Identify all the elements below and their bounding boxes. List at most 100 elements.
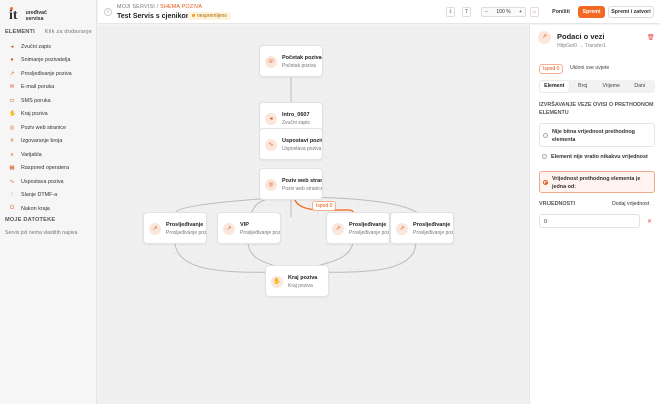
forward-icon: ↗ (9, 70, 15, 77)
sidebar: it uređivač servisa ELEMENTI Klik za doda… (0, 0, 97, 404)
sidebar-item[interactable]: ▦ Raspored operatera (0, 162, 97, 176)
phone-icon: ☏ (265, 56, 277, 68)
radio-icon[interactable] (543, 180, 548, 185)
forward-icon: ↗ (223, 223, 235, 235)
microphone-icon: ● (10, 57, 14, 64)
tab-element[interactable]: Element (540, 81, 569, 92)
option-any-value[interactable]: Nije bitna vrijednost prethodnog element… (539, 123, 655, 147)
node-title: Prosljeđivanje (413, 222, 451, 228)
tab-dani[interactable]: Dani (626, 81, 655, 92)
sidebar-item[interactable]: ↗ Prosljeđivanje poziva (0, 67, 97, 81)
sidebar-item[interactable]: ⏻ Nakon kraja (0, 202, 97, 216)
node-subtitle: Početak poziva (282, 63, 316, 69)
call-setup-icon: ∿ (265, 139, 277, 151)
radio-icon[interactable] (542, 154, 547, 159)
add-value-button[interactable]: Dodaj vrijednost (612, 201, 649, 207)
sidebar-item[interactable]: ▭ SMS poruka (0, 94, 97, 108)
flow-node[interactable]: ☏ Početak poziva Početak poziva (259, 45, 323, 77)
sidebar-item-label: Raspored operatera (21, 165, 69, 172)
globe-icon: ◎ (265, 179, 277, 191)
sidebar-item-label: Nakon kraja (21, 205, 50, 212)
node-title: Prosljeđivanje (166, 222, 204, 228)
panel-tabs: Element Broj Vrijeme Dani (539, 80, 655, 93)
files-empty-note: Servis još nema vlastitih napiva (5, 230, 78, 236)
sms-icon: ▭ (9, 97, 15, 104)
sidebar-item-label: Snimanje pozivatelja (21, 57, 71, 64)
edge-label[interactable]: Ispod 0 (312, 201, 337, 211)
elements-header: ELEMENTI Klik za dodavanje (5, 29, 92, 35)
sidebar-item[interactable]: x Varijabla (0, 148, 97, 162)
schedule-icon: ▦ (9, 165, 15, 172)
close-icon[interactable]: ✕ (647, 218, 652, 225)
remove-all-conditions-link[interactable]: Ukloni sve uvjete (570, 65, 609, 71)
after-end-icon: ⏻ (9, 205, 15, 212)
sidebar-item[interactable]: ✉ E-mail poruka (0, 81, 97, 95)
node-title: Intro_0607 (282, 112, 310, 118)
sidebar-item[interactable]: # Izgovaranje broja (0, 135, 97, 149)
sidebar-item-label: Izgovaranje broja (21, 138, 63, 145)
sidebar-item-label: Zvučni zapis (21, 43, 51, 50)
save-close-button[interactable]: Spremi i zatvori (608, 6, 654, 18)
sidebar-item-label: Slanje DTMF-a (21, 192, 58, 199)
flow-node[interactable]: ↗ Prosljeđivanje Prosljeđivanje poziva (326, 212, 390, 244)
sidebar-item[interactable]: ⋮ Slanje DTMF-a (0, 189, 97, 203)
sidebar-item-label: Prosljeđivanje poziva (21, 70, 72, 77)
zoom-control: − 100 % + (481, 7, 526, 17)
node-subtitle: Uspostava poziva (282, 146, 322, 152)
sidebar-item[interactable]: ∿ Uspostava poziva (0, 175, 97, 189)
flow-node[interactable]: ↗ Prosljeđivanje Prosljeđivanje poziva (143, 212, 207, 244)
flow-node[interactable]: ↗ VIP Prosljeđivanje poziva (217, 212, 281, 244)
breadcrumb: MOJI SERVISI / SHEMA POZIVA (117, 4, 203, 10)
sidebar-item[interactable]: ✋ Kraj poziva (0, 108, 97, 122)
sidebar-item[interactable]: ◂ Zvučni zapis (0, 40, 97, 54)
values-title: VRIJEDNOSTI (539, 201, 575, 207)
globe-icon: ◎ (9, 124, 15, 131)
app-logo: it uređivač servisa (9, 7, 47, 23)
node-subtitle: Prosljeđivanje poziva (240, 230, 280, 236)
sidebar-item[interactable]: ● Snimanje pozivatelja (0, 54, 97, 68)
flow-node[interactable]: ∿ Uspostavi poziv Uspostava poziva (259, 128, 323, 160)
flow-canvas[interactable]: ☏ Početak poziva Početak poziva ◂ Intro_0607… (98, 25, 528, 404)
elements-list: ◂ Zvučni zapis ● Snimanje pozivatelja ↗ Prosl… (0, 40, 97, 216)
node-title: Poziv web stranice (282, 178, 322, 184)
flow-node[interactable]: ◎ Poziv web stranice Poziv web stranice (259, 168, 323, 200)
cancel-button[interactable]: Poništi (546, 6, 576, 18)
save-button[interactable]: Spremi (578, 6, 605, 18)
back-button[interactable]: ‹ (104, 8, 112, 16)
option-value-in-list[interactable]: Vrijednost prethodnog elementa je jedna … (539, 171, 655, 193)
sidebar-item[interactable]: ◎ Poziv web stranice (0, 121, 97, 135)
node-subtitle: Prosljeđivanje poziva (166, 230, 206, 236)
dtmf-icon: ⋮ (9, 192, 15, 199)
node-subtitle: Zvučni zapis (282, 120, 310, 126)
value-input[interactable]: 0 (539, 214, 640, 228)
files-header: MOJE DATOTEKE (5, 217, 56, 223)
status-badge: nespremljeno (188, 12, 232, 20)
option-no-value[interactable]: Element nije vratio nikakvu vrijednost (539, 149, 655, 165)
forward-icon: ↗ (396, 223, 408, 235)
zoom-in-button[interactable]: + (519, 9, 522, 15)
breadcrumb-root[interactable]: MOJI SERVISI (117, 4, 155, 10)
speaker-icon: ◂ (10, 43, 14, 50)
condition-question: IZVRŠAVANJE VEZE OVISI O PRETHODNOM ELEM… (539, 102, 654, 116)
tab-vrijeme[interactable]: Vrijeme (597, 81, 626, 92)
trash-icon[interactable]: 🗑 (647, 34, 655, 41)
tab-broj[interactable]: Broj (569, 81, 598, 92)
panel-subtitle: HttpGet0 → Transfer1 (557, 43, 606, 49)
zoom-level: 100 % (496, 9, 511, 15)
node-title: Prosljeđivanje (349, 222, 387, 228)
node-subtitle: Kraj poziva (288, 283, 313, 289)
mail-icon: ✉ (9, 84, 15, 91)
flow-node[interactable]: ↗ Prosljeđivanje Prosljeđivanje poziva (390, 212, 454, 244)
download-icon[interactable]: ⇩ (446, 7, 455, 17)
forward-icon: ↗ (149, 223, 161, 235)
text-icon[interactable]: T (462, 7, 471, 17)
call-setup-icon: ∿ (9, 178, 15, 185)
lock-icon[interactable]: ⌂ (530, 7, 539, 17)
zoom-out-button[interactable]: − (485, 9, 488, 15)
number-icon: # (10, 138, 14, 145)
breadcrumb-current: SHEMA POZIVA (160, 4, 203, 10)
condition-tag[interactable]: Ispod 0 (539, 64, 564, 74)
radio-icon[interactable] (543, 133, 548, 138)
node-title: VIP (240, 222, 249, 228)
flow-node[interactable]: ✋ Kraj poziva Kraj poziva (265, 265, 329, 297)
